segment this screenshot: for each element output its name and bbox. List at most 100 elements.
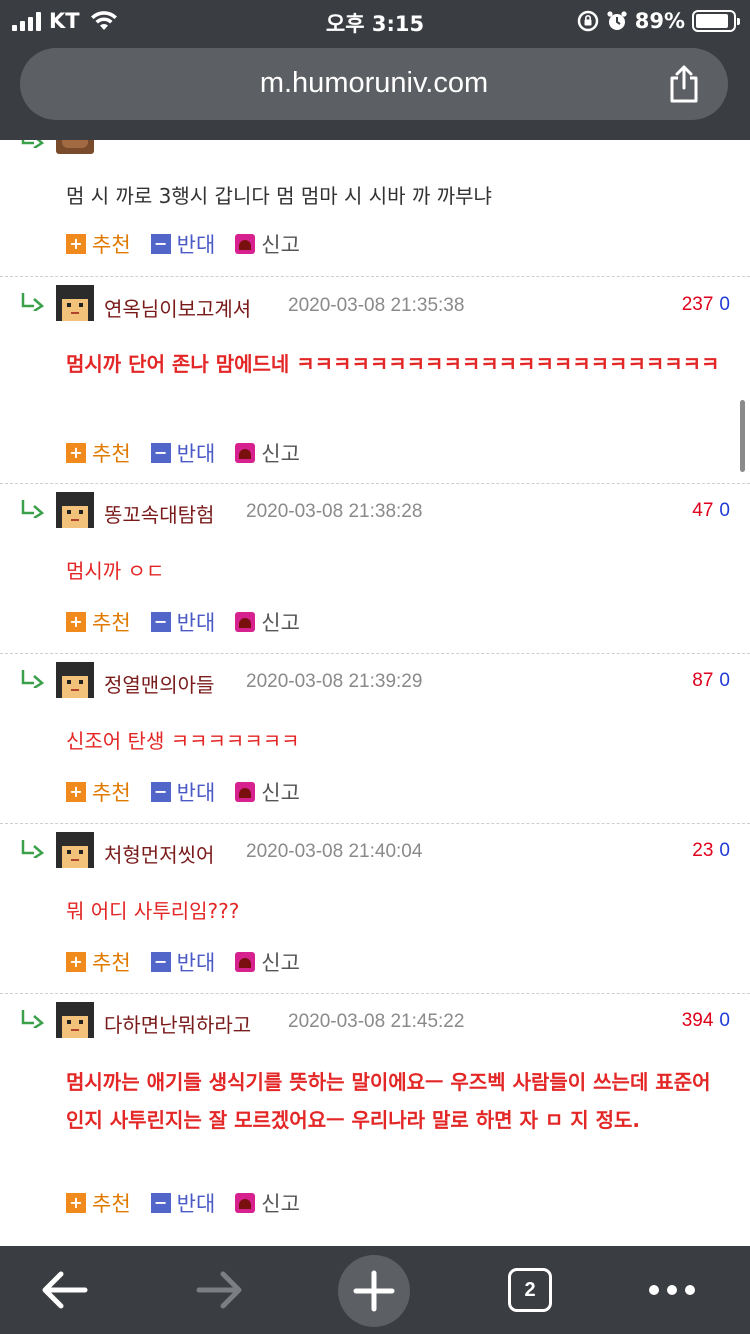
report-button[interactable]: 신고 [235,438,300,468]
report-label: 신고 [261,781,300,805]
oppose-button[interactable]: − 반대 [150,438,216,468]
address-bar[interactable]: m.humoruniv.com [20,48,728,120]
recommend-button[interactable]: + 추천 [66,607,131,637]
recommend-button[interactable]: + 추천 [66,438,131,468]
plus-icon: + [66,612,86,632]
oppose-button[interactable]: − 반대 [150,607,215,637]
minus-icon: − [150,234,171,254]
avatar [56,1002,94,1038]
reply-arrow-icon [21,670,45,688]
tab-switcher-button[interactable]: 2 [508,1268,552,1312]
recommend-label: 추천 [92,1192,131,1216]
comment-date: 2020-03-08 21:39:29 [246,671,423,692]
reply-arrow-icon [21,140,45,148]
recommend-button[interactable]: + 추천 [66,229,131,259]
vote-up-count: 47 [692,500,714,521]
oppose-label: 반대 [176,781,216,805]
report-button[interactable]: 신고 [235,947,300,977]
share-icon[interactable] [666,64,702,104]
report-label: 신고 [261,233,300,257]
report-label: 신고 [261,611,300,635]
plus-icon: + [66,443,86,463]
comment-item: 정열맨의아들 2020-03-08 21:39:29 87 0 신조어 탄생 ㅋㅋ… [0,654,750,824]
browser-toolbar: 2 [0,1246,750,1334]
recommend-label: 추천 [92,951,131,975]
comment-votes: 87 0 [692,670,730,692]
comment-date: 2020-03-08 21:45:22 [288,1011,465,1032]
comment-text: 멈시까 ㅇㄷ [66,559,165,583]
vote-up-count: 87 [692,670,714,691]
recommend-button[interactable]: + 추천 [66,777,131,807]
siren-icon [235,443,256,463]
comment-votes: 394 0 [682,1010,730,1032]
avatar [56,492,94,528]
oppose-button[interactable]: − 반대 [150,777,216,807]
back-button[interactable] [34,1260,94,1320]
report-label: 신고 [261,1192,300,1216]
vote-up-count: 23 [692,840,714,861]
comment-list: 멈 시 까로 3행시 갑니다 멈 멈마 시 시바 까 까부냐 + 추천 − 반대 신… [0,140,750,1246]
comment-date: 2020-03-08 21:35:38 [288,295,465,316]
comment-nick[interactable]: 똥꼬속대탐험 [104,499,214,528]
oppose-button[interactable]: − 반대 [150,1188,216,1218]
report-button[interactable]: 신고 [235,1188,300,1218]
comment-nick[interactable]: 다하면난뭐하라고 [104,1009,251,1038]
comment-date: 2020-03-08 21:40:04 [246,841,423,862]
plus-icon: + [66,952,86,972]
vote-down-count: 0 [719,294,730,315]
avatar [56,832,94,868]
report-button[interactable]: 신고 [235,229,300,259]
report-button[interactable]: 신고 [235,607,300,637]
minus-icon: − [150,443,171,463]
comment-nick[interactable]: 정열맨의아들 [104,669,214,698]
vote-down-count: 0 [719,1010,730,1031]
comment-votes: 237 0 [682,294,730,316]
vote-up-count: 394 [681,1010,714,1031]
menu-button[interactable] [642,1260,702,1320]
siren-icon [235,612,256,632]
plus-icon: + [66,234,86,254]
comment-item: 연옥님이보고계셔 2020-03-08 21:35:38 237 0 멈시까 단어… [0,277,750,484]
report-label: 신고 [261,442,300,466]
oppose-label: 반대 [176,442,216,466]
scrollbar[interactable] [740,400,745,472]
battery-icon [692,10,740,32]
reply-arrow-icon [21,1010,45,1028]
more-icon [649,1285,695,1295]
comment-item: 다하면난뭐하라고 2020-03-08 21:45:22 394 0 멈시까는 애… [0,994,750,1246]
recommend-button[interactable]: + 추천 [66,1188,131,1218]
comment-votes: 23 0 [692,840,730,862]
recommend-label: 추천 [92,442,131,466]
oppose-label: 반대 [176,1192,216,1216]
rotation-lock-icon [577,10,598,32]
comment-actions: + 추천 − 반대 신고 [66,609,320,635]
oppose-button[interactable]: − 반대 [150,947,216,977]
new-tab-button[interactable] [338,1255,410,1327]
avatar [56,285,94,321]
comment-nick[interactable]: 처형먼저씻어 [104,839,214,868]
url-text[interactable]: m.humoruniv.com [20,67,728,100]
recommend-button[interactable]: + 추천 [66,947,131,977]
vote-down-count: 0 [719,840,730,861]
comment-actions: + 추천 − 반대 신고 [66,440,320,466]
reply-arrow-icon [21,840,45,858]
siren-icon [235,234,256,254]
comment-actions: + 추천 − 반대 신고 [66,1190,320,1216]
reply-arrow-icon [21,293,45,311]
comment-text: 뭐 어디 사투리임??? [66,899,240,923]
comment-votes: 47 0 [692,500,730,522]
comment-text: 멈시까는 애기들 생식기를 뜻하는 말이에요ㅡ 우즈벡 사람들이 쓰는데 표준어… [66,1070,711,1132]
plus-icon [353,1270,395,1312]
siren-icon [235,1193,256,1213]
forward-button[interactable] [190,1260,250,1320]
back-arrow-icon [42,1271,88,1309]
reply-arrow-icon [21,500,45,518]
comment-actions: + 추천 − 반대 신고 [66,231,320,257]
comment-partial: 멈 시 까로 3행시 갑니다 멈 멈마 시 시바 까 까부냐 + 추천 − 반대 신… [0,140,750,277]
oppose-label: 반대 [176,951,216,975]
oppose-button[interactable]: − 반대 [150,229,215,259]
status-bar: KT 오후 3:15 89% [0,0,750,42]
comment-nick[interactable]: 연옥님이보고계셔 [104,293,251,322]
report-button[interactable]: 신고 [235,777,300,807]
comment-actions: + 추천 − 반대 신고 [66,949,320,975]
